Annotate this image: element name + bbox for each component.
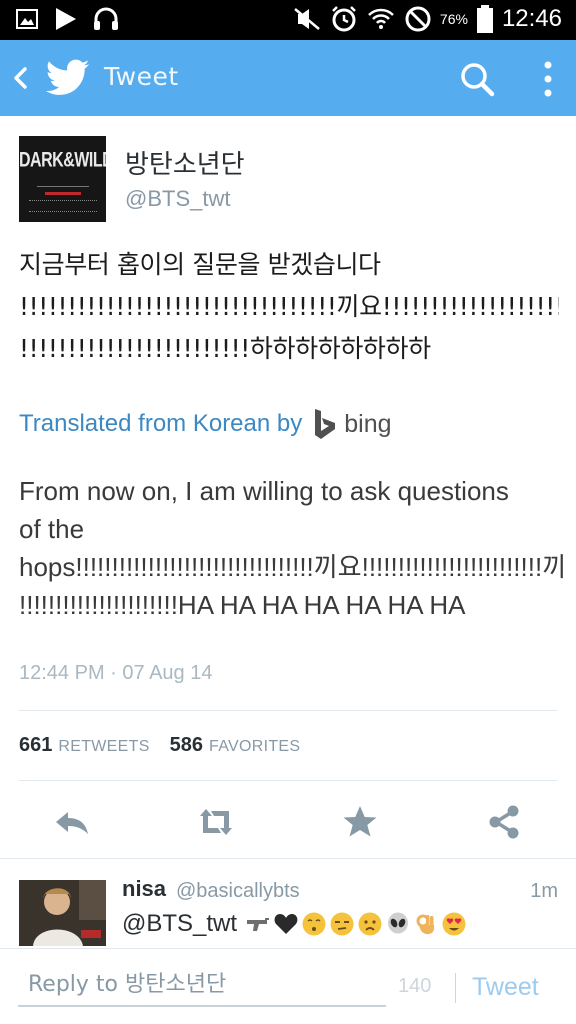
divider: [19, 710, 557, 711]
headphones-icon: [94, 7, 118, 30]
tweet-text-line: !!!!!!!!!!!!!!!!!!!!!!!!!!!!!!!!!끼요!!!!!…: [19, 292, 559, 321]
play-icon: [56, 8, 76, 30]
alarm-icon: [332, 6, 356, 32]
image-icon: [16, 9, 38, 29]
reply-input[interactable]: [18, 963, 386, 1007]
author-avatar[interactable]: DARK&WILD: [19, 136, 106, 222]
translated-text: From now on, I am willing to ask questio…: [19, 472, 567, 624]
translated-from-label: Translated from Korean by: [19, 410, 303, 437]
twitter-bird-icon: [46, 59, 90, 95]
alien-icon: [388, 912, 409, 934]
divider: [0, 858, 576, 859]
tweet-timestamp: 12:44 PM · 07 Aug 14: [19, 662, 213, 684]
avatar-album-text: DARK&WILD: [19, 148, 106, 172]
search-icon[interactable]: [458, 60, 496, 98]
avatar-decoration: [45, 192, 81, 195]
reply-author-name[interactable]: nisa: [122, 876, 166, 902]
retweet-icon[interactable]: [196, 802, 236, 842]
worried-face-icon: [358, 912, 382, 936]
retweets-label[interactable]: RETWEETS: [58, 738, 149, 756]
battery-percent: 76%: [439, 11, 468, 27]
status-bar-right: 76% 12:46: [292, 4, 562, 34]
battery-icon: [476, 5, 493, 33]
unamused-face-icon: [330, 912, 354, 936]
reply-icon[interactable]: [52, 802, 92, 842]
bing-logo-icon: [315, 409, 336, 439]
tweet-button[interactable]: Tweet: [472, 969, 562, 1005]
mute-icon: [294, 8, 320, 30]
avatar-decoration: [37, 186, 89, 187]
reply-mention[interactable]: @BTS_twt: [122, 910, 237, 938]
wifi-icon: [368, 8, 394, 29]
share-icon[interactable]: [484, 802, 524, 842]
tweet-text-line: 지금부터 홉이의 질문을 받겠습니다: [19, 250, 381, 279]
status-bar: 76% 12:46: [0, 0, 576, 40]
reply-author-handle[interactable]: @basicallybts: [176, 880, 300, 903]
retweets-count[interactable]: 661: [19, 734, 52, 757]
reply-avatar[interactable]: [19, 880, 106, 946]
translated-text-line: hops!!!!!!!!!!!!!!!!!!!!!!!!!!!!!!!!!끼요!…: [19, 552, 567, 582]
translated-text-line: of the: [19, 514, 85, 544]
black-heart-icon: [274, 914, 298, 934]
reply-time: 1m: [530, 880, 558, 902]
character-count: 140: [398, 975, 432, 997]
app-bar-title: Tweet: [104, 62, 179, 91]
divider: [455, 973, 456, 1003]
app-bar: Tweet: [0, 40, 576, 116]
ok-hand-icon: [416, 914, 435, 935]
translated-text-line: From now on, I am willing to ask questio…: [19, 476, 509, 506]
favorite-star-icon[interactable]: [340, 802, 380, 842]
kissing-face-icon: [302, 912, 326, 936]
translation-attribution: Translated from Korean by bing: [19, 404, 392, 444]
heart-eyes-icon: [442, 912, 466, 936]
author-handle[interactable]: @BTS_twt: [125, 186, 230, 212]
bing-label: bing: [344, 409, 392, 438]
tweet-text: 지금부터 홉이의 질문을 받겠습니다 !!!!!!!!!!!!!!!!!!!!!…: [19, 244, 559, 370]
reply-avatar-photo: [19, 880, 106, 946]
avatar-decoration: [29, 200, 97, 212]
favorites-count[interactable]: 586: [170, 734, 203, 757]
favorites-label[interactable]: FAVORITES: [209, 738, 300, 756]
author-name[interactable]: 방탄소년단: [125, 144, 245, 181]
tweet-stats: 661 RETWEETS 586 FAVORITES: [19, 734, 320, 757]
reply-text: @BTS_twt: [122, 910, 467, 938]
translated-text-line: !!!!!!!!!!!!!!!!!!!!!!HA HA HA HA HA HA …: [19, 590, 466, 620]
blocked-icon: [405, 6, 431, 32]
reply-emojis: [245, 911, 467, 937]
more-vert-icon[interactable]: [536, 58, 560, 100]
divider: [19, 780, 557, 781]
status-bar-left: [16, 6, 120, 32]
tweet-text-line: !!!!!!!!!!!!!!!!!!!!!!!!하하하하하하하하: [19, 334, 431, 363]
gun-icon: [247, 918, 270, 931]
clock: 12:46: [501, 5, 562, 32]
reply-composer: 140 Tweet: [0, 948, 576, 1024]
back-icon[interactable]: [8, 64, 32, 92]
